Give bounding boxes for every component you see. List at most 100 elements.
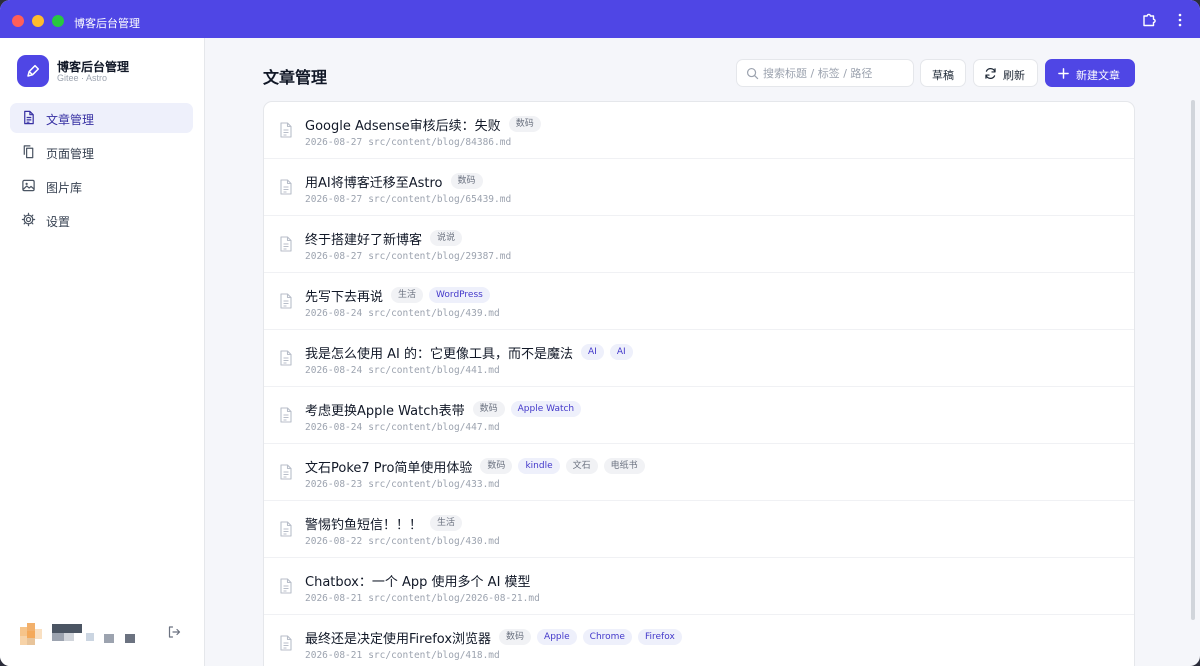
article-meta: 2026-08-21 src/content/blog/418.md [305, 650, 500, 661]
article-title[interactable]: 先写下去再说 [305, 286, 383, 305]
article-heading: 终于搭建好了新博客 说说 [305, 229, 468, 248]
article-row[interactable]: Google Adsense审核后续：失败 数码 2026-08-27 src/con… [264, 102, 1134, 159]
tag-badge: Apple [537, 629, 577, 645]
article-path: src/content/blog/84386.md [368, 137, 512, 148]
page-title: 文章管理 [263, 68, 328, 87]
article-date: 2026-08-24 [305, 422, 363, 433]
article-path: src/content/blog/2026-08-21.md [368, 593, 540, 604]
article-heading: 文石Poke7 Pro简单使用体验 数码 kindle 文石 电纸书 [305, 457, 651, 476]
article-heading: 考虑更换Apple Watch表带 数码 Apple Watch [305, 400, 587, 419]
tag-badge: 数码 [508, 116, 541, 132]
logout-icon[interactable] [167, 625, 181, 639]
article-meta: 2026-08-24 src/content/blog/441.md [305, 365, 500, 376]
tag-badge: 说说 [430, 230, 463, 246]
article-title[interactable]: 警惕钓鱼短信！！！ [305, 514, 422, 533]
tag-badge: 数码 [480, 458, 513, 474]
article-meta: 2026-08-21 src/content/blog/2026-08-21.md [305, 593, 540, 604]
title-bar: 博客后台管理 [0, 0, 1200, 38]
tag-badge: 文石 [565, 458, 598, 474]
sidebar-item-pages[interactable]: 页面管理 [10, 137, 193, 167]
sidebar-item-articles[interactable]: 文章管理 [10, 103, 193, 133]
article-title[interactable]: 我是怎么使用 AI 的：它更像工具，而不是魔法 [305, 343, 573, 362]
article-title[interactable]: 文石Poke7 Pro简单使用体验 [305, 457, 472, 476]
app-window: 博客后台管理 博客后台管理 Gitee · Astro 文章管理 页面管理 图片… [0, 0, 1200, 666]
article-row[interactable]: 终于搭建好了新博客 说说 2026-08-27 src/content/blog/29… [264, 216, 1134, 273]
article-date: 2026-08-27 [305, 251, 363, 262]
pen-icon [27, 64, 40, 77]
article-title[interactable]: Google Adsense审核后续：失败 [305, 115, 501, 134]
article-title[interactable]: 考虑更换Apple Watch表带 [305, 400, 465, 419]
close-window-button[interactable] [12, 15, 24, 27]
article-path: src/content/blog/430.md [368, 536, 500, 547]
article-title[interactable]: 最终还是决定使用Firefox浏览器 [305, 628, 491, 647]
scrollbar-thumb[interactable] [1191, 100, 1195, 620]
tag-badge: 生活 [391, 287, 424, 303]
article-row[interactable]: 最终还是决定使用Firefox浏览器 数码 Apple Chrome Firefox 20… [264, 615, 1134, 666]
search-input[interactable] [763, 65, 909, 81]
article-row[interactable]: 用AI将博客迁移至Astro 数码 2026-08-27 src/content/bl… [264, 159, 1134, 216]
sidebar-item-label: 设置 [46, 215, 71, 229]
article-path: src/content/blog/447.md [368, 422, 500, 433]
article-date: 2026-08-21 [305, 650, 363, 661]
document-icon [280, 293, 292, 309]
document-icon [280, 464, 292, 480]
article-title[interactable]: 用AI将博客迁移至Astro [305, 172, 443, 191]
tag-badge: 生活 [430, 515, 463, 531]
article-meta: 2026-08-24 src/content/blog/447.md [305, 422, 500, 433]
search-box [736, 59, 914, 87]
document-icon [280, 179, 292, 195]
article-date: 2026-08-23 [305, 479, 363, 490]
tag-badge: 数码 [450, 173, 483, 189]
search-icon [746, 67, 759, 80]
article-row[interactable]: 文石Poke7 Pro简单使用体验 数码 kindle 文石 电纸书 2026-08-23… [264, 444, 1134, 501]
article-row[interactable]: 我是怎么使用 AI 的：它更像工具，而不是魔法 AI AI 2026-08-24 src… [264, 330, 1134, 387]
article-date: 2026-08-21 [305, 593, 363, 604]
article-title[interactable]: Chatbox：一个 App 使用多个 AI 模型 [305, 571, 531, 590]
file-text-icon [24, 110, 34, 125]
article-meta: 2026-08-22 src/content/blog/430.md [305, 536, 500, 547]
article-path: src/content/blog/433.md [368, 479, 500, 490]
document-icon [280, 122, 292, 138]
article-row[interactable]: Chatbox：一个 App 使用多个 AI 模型 2026-08-21 src/c… [264, 558, 1134, 615]
article-title[interactable]: 终于搭建好了新博客 [305, 229, 422, 248]
refresh-button-label: 刷新 [1003, 69, 1025, 82]
sidebar-item-label: 图片库 [46, 181, 83, 195]
sidebar-item-settings[interactable]: 设置 [10, 205, 193, 235]
article-row[interactable]: 警惕钓鱼短信！！！ 生活 2026-08-22 src/content/blog/43… [264, 501, 1134, 558]
article-row[interactable]: 考虑更换Apple Watch表带 数码 Apple Watch 2026-08-24… [264, 387, 1134, 444]
tag-badge: 电纸书 [603, 458, 645, 474]
article-list: Google Adsense审核后续：失败 数码 2026-08-27 src/con… [263, 101, 1135, 666]
tag-badge: AI [581, 344, 604, 360]
maximize-window-button[interactable] [52, 15, 64, 27]
plus-icon [1058, 68, 1069, 79]
article-date: 2026-08-27 [305, 194, 363, 205]
tag-badge: WordPress [429, 287, 490, 303]
article-date: 2026-08-24 [305, 308, 363, 319]
article-path: src/content/blog/441.md [368, 365, 500, 376]
tag-badge: AI [609, 344, 633, 360]
user-name-redacted [52, 624, 135, 643]
more-vertical-icon[interactable] [1172, 12, 1188, 28]
article-meta: 2026-08-24 src/content/blog/439.md [305, 308, 500, 319]
article-heading: 我是怎么使用 AI 的：它更像工具，而不是魔法 AI AI [305, 343, 639, 362]
refresh-button[interactable]: 刷新 [973, 59, 1038, 87]
article-heading: 用AI将博客迁移至Astro 数码 [305, 172, 489, 191]
sidebar-item-label: 页面管理 [46, 147, 95, 161]
sidebar-item-label: 文章管理 [46, 113, 95, 127]
document-icon [280, 236, 292, 252]
extension-icon[interactable] [1141, 12, 1157, 28]
drafts-button[interactable]: 草稿 [920, 59, 966, 87]
avatar[interactable] [20, 623, 42, 645]
article-row[interactable]: 先写下去再说 生活 WordPress 2026-08-24 src/content/b… [264, 273, 1134, 330]
article-meta: 2026-08-23 src/content/blog/433.md [305, 479, 500, 490]
article-heading: Chatbox：一个 App 使用多个 AI 模型 [305, 571, 539, 590]
sidebar-item-images[interactable]: 图片库 [10, 171, 193, 201]
minimize-window-button[interactable] [32, 15, 44, 27]
article-meta: 2026-08-27 src/content/blog/29387.md [305, 251, 511, 262]
new-article-button[interactable]: 新建文章 [1045, 59, 1135, 87]
new-article-button-label: 新建文章 [1076, 69, 1120, 82]
image-icon [22, 179, 35, 192]
tag-badge: Apple Watch [510, 401, 582, 417]
window-title: 博客后台管理 [74, 17, 140, 30]
tag-badge: Chrome [582, 629, 632, 645]
